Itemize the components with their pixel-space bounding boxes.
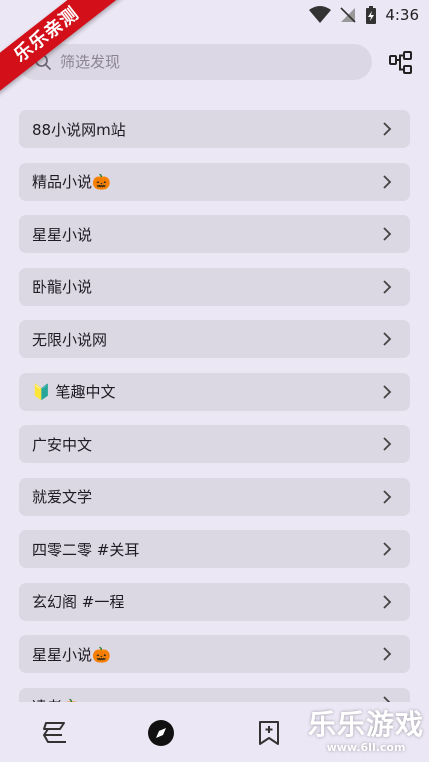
list-item[interactable]: 🔰 笔趣中文	[19, 372, 410, 411]
nav-discover[interactable]	[146, 718, 176, 748]
chevron-right-icon	[383, 384, 392, 399]
list-item-label: 广安中文	[32, 435, 93, 454]
battery-charging-icon	[366, 6, 377, 24]
list-item-label: 无限小说网	[32, 330, 108, 349]
list-item[interactable]: 无限小说网	[19, 320, 410, 358]
list-item-label: 精品小说🎃	[32, 173, 111, 191]
list-item[interactable]: 卧龍小说	[19, 267, 410, 306]
chevron-right-icon	[383, 647, 392, 661]
chevron-right-icon	[383, 332, 392, 346]
list-item-label: 卧龍小说	[32, 278, 93, 296]
list-item[interactable]: 广安中文	[19, 425, 410, 463]
list-item[interactable]: 精品小说🎃	[19, 162, 410, 201]
search-box[interactable]	[18, 44, 372, 80]
chevron-right-icon	[383, 279, 392, 294]
list-item-label: 星星小说	[32, 225, 93, 244]
status-time: 4:36	[385, 6, 419, 24]
chevron-right-icon	[383, 489, 392, 504]
watermark-title: 乐乐游戏	[307, 708, 424, 741]
discover-source-list: 88小说网m站 精品小说🎃 星星小说 卧龍小说 无限小说网 🔰 笔趣中文 广安中…	[19, 110, 410, 718]
list-item[interactable]: 四零二零 #关耳	[19, 530, 410, 568]
bookmark-add-icon	[259, 721, 279, 745]
list-item[interactable]: 88小说网m站	[19, 110, 410, 148]
search-row	[18, 44, 418, 80]
chevron-right-icon	[383, 594, 392, 609]
chevron-right-icon	[383, 437, 392, 451]
watermark-logo: 乐乐游戏 www.6ll.com	[307, 708, 425, 758]
group-filter-icon[interactable]	[388, 50, 414, 76]
nav-bookshelf[interactable]	[39, 718, 69, 748]
chevron-right-icon	[383, 542, 392, 556]
bookshelf-icon	[43, 722, 66, 743]
list-item[interactable]: 星星小说	[19, 215, 410, 253]
list-item[interactable]: 星星小说🎃	[19, 635, 410, 673]
chevron-right-icon	[383, 122, 392, 136]
nav-rss[interactable]	[254, 718, 284, 748]
chevron-right-icon	[383, 174, 392, 189]
list-item-label: 星星小说🎃	[32, 645, 111, 664]
compass-icon	[148, 720, 174, 746]
list-item-label: 88小说网m站	[32, 120, 126, 139]
list-item-label: 🔰 笔趣中文	[32, 383, 116, 401]
search-input[interactable]	[60, 53, 320, 71]
wifi-icon	[309, 6, 332, 23]
list-item-label: 就爱文学	[32, 488, 93, 506]
list-item[interactable]: 玄幻阁 #一程	[19, 582, 410, 621]
list-item-label: 玄幻阁 #一程	[32, 593, 125, 611]
no-signal-icon	[340, 7, 356, 23]
chevron-right-icon	[383, 227, 392, 241]
list-item-label: 四零二零 #关耳	[32, 540, 140, 559]
watermark-url: www.6ll.com	[326, 741, 406, 754]
list-item[interactable]: 就爱文学	[19, 477, 410, 516]
